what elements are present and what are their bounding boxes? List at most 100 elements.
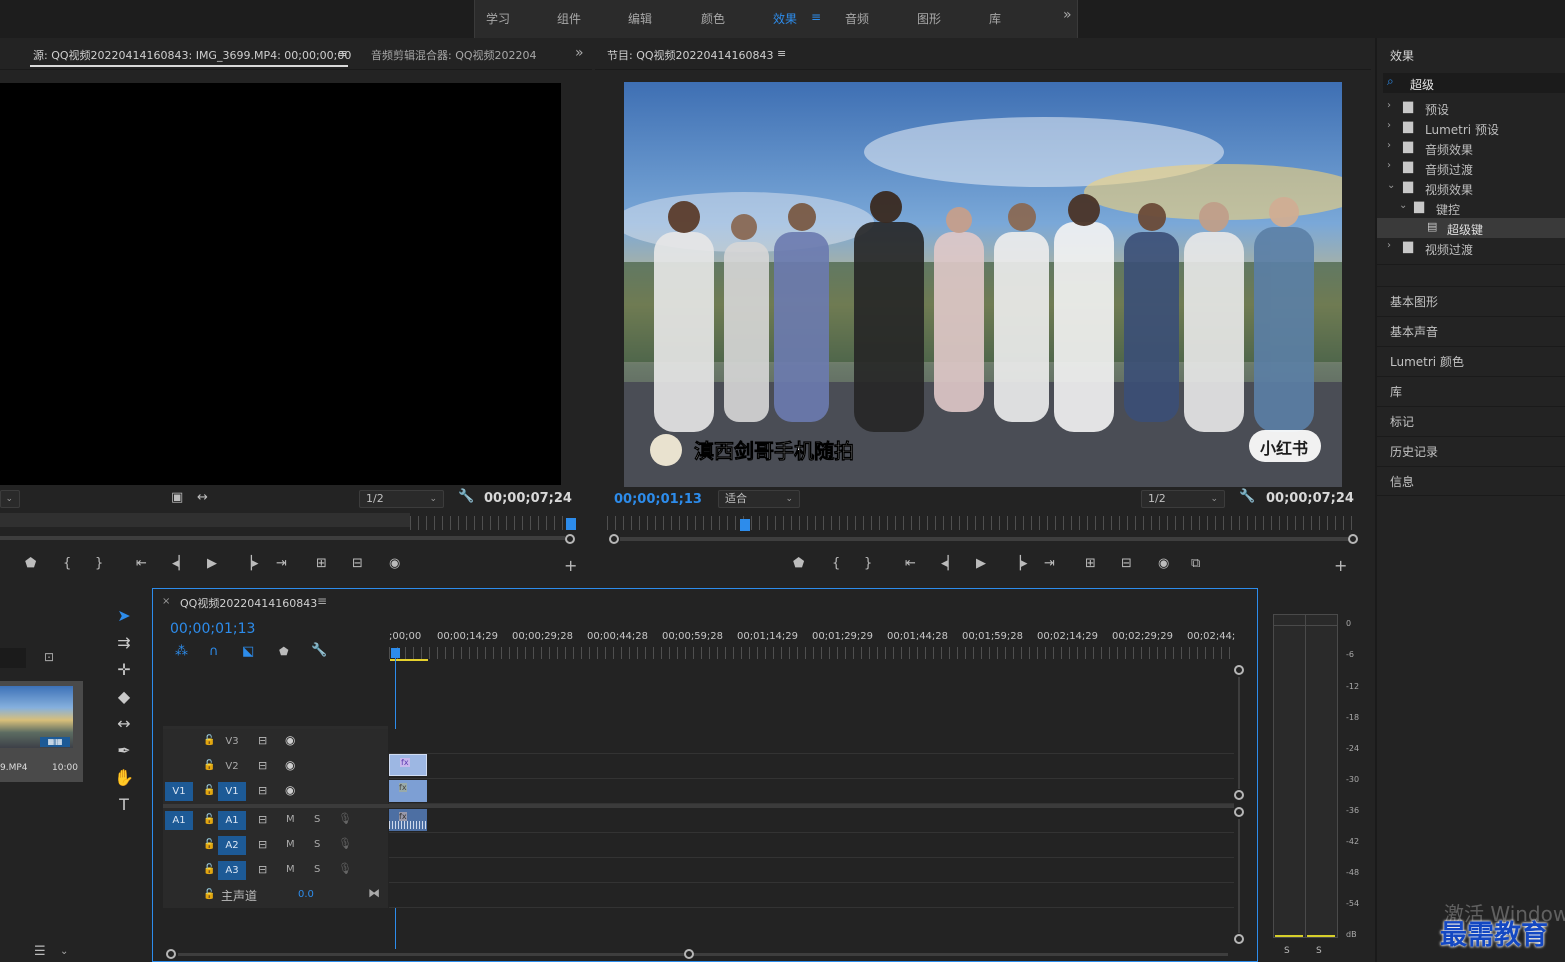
track-lane-a1[interactable] xyxy=(389,808,1234,833)
ws-tab-graphics[interactable]: 图形 xyxy=(917,10,941,27)
sync-lock-icon[interactable]: ⊟ xyxy=(258,784,267,797)
effects-search-field[interactable]: ⌕ 超级 xyxy=(1383,73,1565,93)
prog-step-back-icon[interactable]: ◂▏ xyxy=(941,556,958,571)
track-target-v1[interactable]: V1 xyxy=(218,782,246,801)
lock-icon[interactable]: 🔓 xyxy=(203,839,215,850)
solo-button[interactable]: S xyxy=(314,839,320,850)
close-tab-icon[interactable]: × xyxy=(162,596,170,607)
export-frame-icon[interactable]: ◉ xyxy=(389,556,400,571)
track-select-tool-icon[interactable]: ⇉ xyxy=(112,631,136,655)
pen-tool-icon[interactable]: ✒ xyxy=(112,739,136,763)
source-zoom-dropdown[interactable]: 1/2 ⌄ xyxy=(359,490,444,508)
insert-frame-icon[interactable]: ▣ xyxy=(171,490,183,505)
sync-lock-icon[interactable]: ⊟ xyxy=(258,863,267,876)
panel-history[interactable]: 历史记录 xyxy=(1377,436,1565,466)
program-current-time[interactable]: 00;00;01;13 xyxy=(614,492,702,507)
track-target-v2[interactable]: V2 xyxy=(218,757,246,776)
panel-info[interactable]: 信息 xyxy=(1377,466,1565,496)
track-target-a3[interactable]: A3 xyxy=(218,861,246,880)
track-lane-a2[interactable] xyxy=(389,833,1234,858)
prog-step-forward-icon[interactable]: ▕▸ xyxy=(1011,556,1028,571)
linked-selection-icon[interactable]: ∩ xyxy=(209,644,219,659)
program-scroll-start[interactable] xyxy=(609,534,619,544)
program-scroll-end[interactable] xyxy=(1348,534,1358,544)
tree-item-video-effects[interactable]: ⌄ ▆ 视频效果 xyxy=(1377,178,1565,198)
timeline-settings-icon[interactable]: 🔧 xyxy=(311,643,327,658)
extract-icon[interactable]: ⊟ xyxy=(1121,556,1132,571)
panel-markers[interactable]: 标记 xyxy=(1377,406,1565,436)
overwrite-icon[interactable]: ⊟ xyxy=(352,556,363,571)
meter-solo-left[interactable]: S xyxy=(1284,946,1290,956)
panel-essential-sound[interactable]: 基本声音 xyxy=(1377,316,1565,346)
track-target-a2[interactable]: A2 xyxy=(218,836,246,855)
microphone-icon[interactable]: 🎙 xyxy=(338,812,352,825)
prog-go-to-out-icon[interactable]: ⇥ xyxy=(1044,556,1055,571)
mute-button[interactable]: M xyxy=(286,839,295,850)
source-patch-a1[interactable]: A1 xyxy=(165,811,193,830)
fit-dropdown[interactable]: 适合 ⌄ xyxy=(718,490,800,508)
h-scrollbar[interactable] xyxy=(178,953,1228,956)
panel-essential-graphics[interactable]: 基本图形 xyxy=(1377,286,1565,316)
program-video-frame[interactable]: 滇西剑哥手机随拍 小红书 xyxy=(624,82,1342,487)
timeline-ruler[interactable]: ;00;00 00;00;14;29 00;00;29;28 00;00;44;… xyxy=(389,631,1235,645)
ws-tab-audio[interactable]: 音频 xyxy=(845,10,869,27)
eye-icon[interactable]: ◉ xyxy=(285,783,295,797)
track-target-v3[interactable]: V3 xyxy=(218,732,246,751)
mark-out-icon[interactable]: } xyxy=(95,556,103,571)
sync-lock-icon[interactable]: ⊟ xyxy=(258,813,267,826)
ripple-edit-tool-icon[interactable]: ✛ xyxy=(112,658,136,682)
sync-lock-icon[interactable]: ⊟ xyxy=(258,838,267,851)
track-lane-v2[interactable] xyxy=(389,754,1234,779)
track-lane-a3[interactable] xyxy=(389,858,1234,883)
sequence-tab[interactable]: QQ视频20220414160843 xyxy=(180,595,317,611)
lock-icon[interactable]: 🔓 xyxy=(203,735,215,746)
mute-button[interactable]: M xyxy=(286,864,295,875)
prog-play-icon[interactable]: ▶ xyxy=(976,556,986,571)
panel-overflow-icon[interactable]: » xyxy=(575,45,584,61)
program-scrollbar[interactable] xyxy=(620,537,1348,541)
microphone-icon[interactable]: 🎙 xyxy=(338,837,352,850)
prog-go-to-in-icon[interactable]: ⇤ xyxy=(905,556,916,571)
lock-icon[interactable]: 🔓 xyxy=(203,785,215,796)
track-lane-master[interactable] xyxy=(389,883,1234,908)
panel-lumetri-color[interactable]: Lumetri 颜色 xyxy=(1377,346,1565,376)
add-button-icon[interactable]: + xyxy=(564,556,577,575)
track-target-a1[interactable]: A1 xyxy=(218,811,246,830)
prog-add-marker-icon[interactable]: ⬟ xyxy=(793,556,804,571)
sync-lock-icon[interactable]: ⊟ xyxy=(258,734,267,747)
v-scroll-rail-video[interactable] xyxy=(1238,677,1240,789)
go-to-in-icon[interactable]: ⇤ xyxy=(136,556,147,571)
sync-lock-icon[interactable]: ⊟ xyxy=(258,759,267,772)
mute-button[interactable]: M xyxy=(286,814,295,825)
tree-item-audio-transitions[interactable]: › ▆ 音频过渡 xyxy=(1377,158,1565,178)
go-to-out-icon[interactable]: ⇥ xyxy=(276,556,287,571)
list-view-icon[interactable]: ☰ xyxy=(34,944,46,959)
tree-item-lumetri-presets[interactable]: › ▆ Lumetri 预设 xyxy=(1377,118,1565,138)
timeline-menu-icon[interactable]: ≡ xyxy=(317,594,327,608)
ws-menu-icon[interactable]: ≡ xyxy=(811,10,821,24)
bin-icon[interactable]: ⊡ xyxy=(44,650,54,664)
ws-more-icon[interactable]: » xyxy=(1063,7,1072,23)
program-title[interactable]: 节目: QQ视频20220414160843 xyxy=(607,47,774,63)
program-wrench-icon[interactable]: 🔧 xyxy=(1239,489,1255,504)
microphone-icon[interactable]: 🎙 xyxy=(338,862,352,875)
h-scroll-handle[interactable] xyxy=(684,949,694,959)
v-scroll-mid-1[interactable] xyxy=(1234,790,1244,800)
master-volume-value[interactable]: 0.0 xyxy=(298,889,314,900)
ws-tab-color[interactable]: 颜色 xyxy=(701,10,725,27)
step-forward-icon[interactable]: ▕▸ xyxy=(242,556,259,571)
source-wrench-icon[interactable]: 🔧 xyxy=(458,489,474,504)
prog-export-frame-icon[interactable]: ◉ xyxy=(1158,556,1169,571)
v-scroll-mid-2[interactable] xyxy=(1234,807,1244,817)
slip-tool-icon[interactable]: ↔ xyxy=(112,712,136,736)
chevron-down-icon[interactable]: ⌄ xyxy=(60,946,68,957)
insert-icon[interactable]: ⊞ xyxy=(316,556,327,571)
tree-item-presets[interactable]: › ▆ 预设 xyxy=(1377,98,1565,118)
marker-icon[interactable]: ⬟ xyxy=(279,645,289,658)
comparison-view-icon[interactable]: ⧉ xyxy=(1191,556,1200,571)
type-tool-icon[interactable]: T xyxy=(112,793,136,817)
program-zoom-dropdown[interactable]: 1/2 ⌄ xyxy=(1141,490,1225,508)
razor-tool-icon[interactable]: ◆ xyxy=(112,685,136,709)
lock-icon[interactable]: 🔓 xyxy=(203,864,215,875)
lock-icon[interactable]: 🔓 xyxy=(203,889,215,900)
